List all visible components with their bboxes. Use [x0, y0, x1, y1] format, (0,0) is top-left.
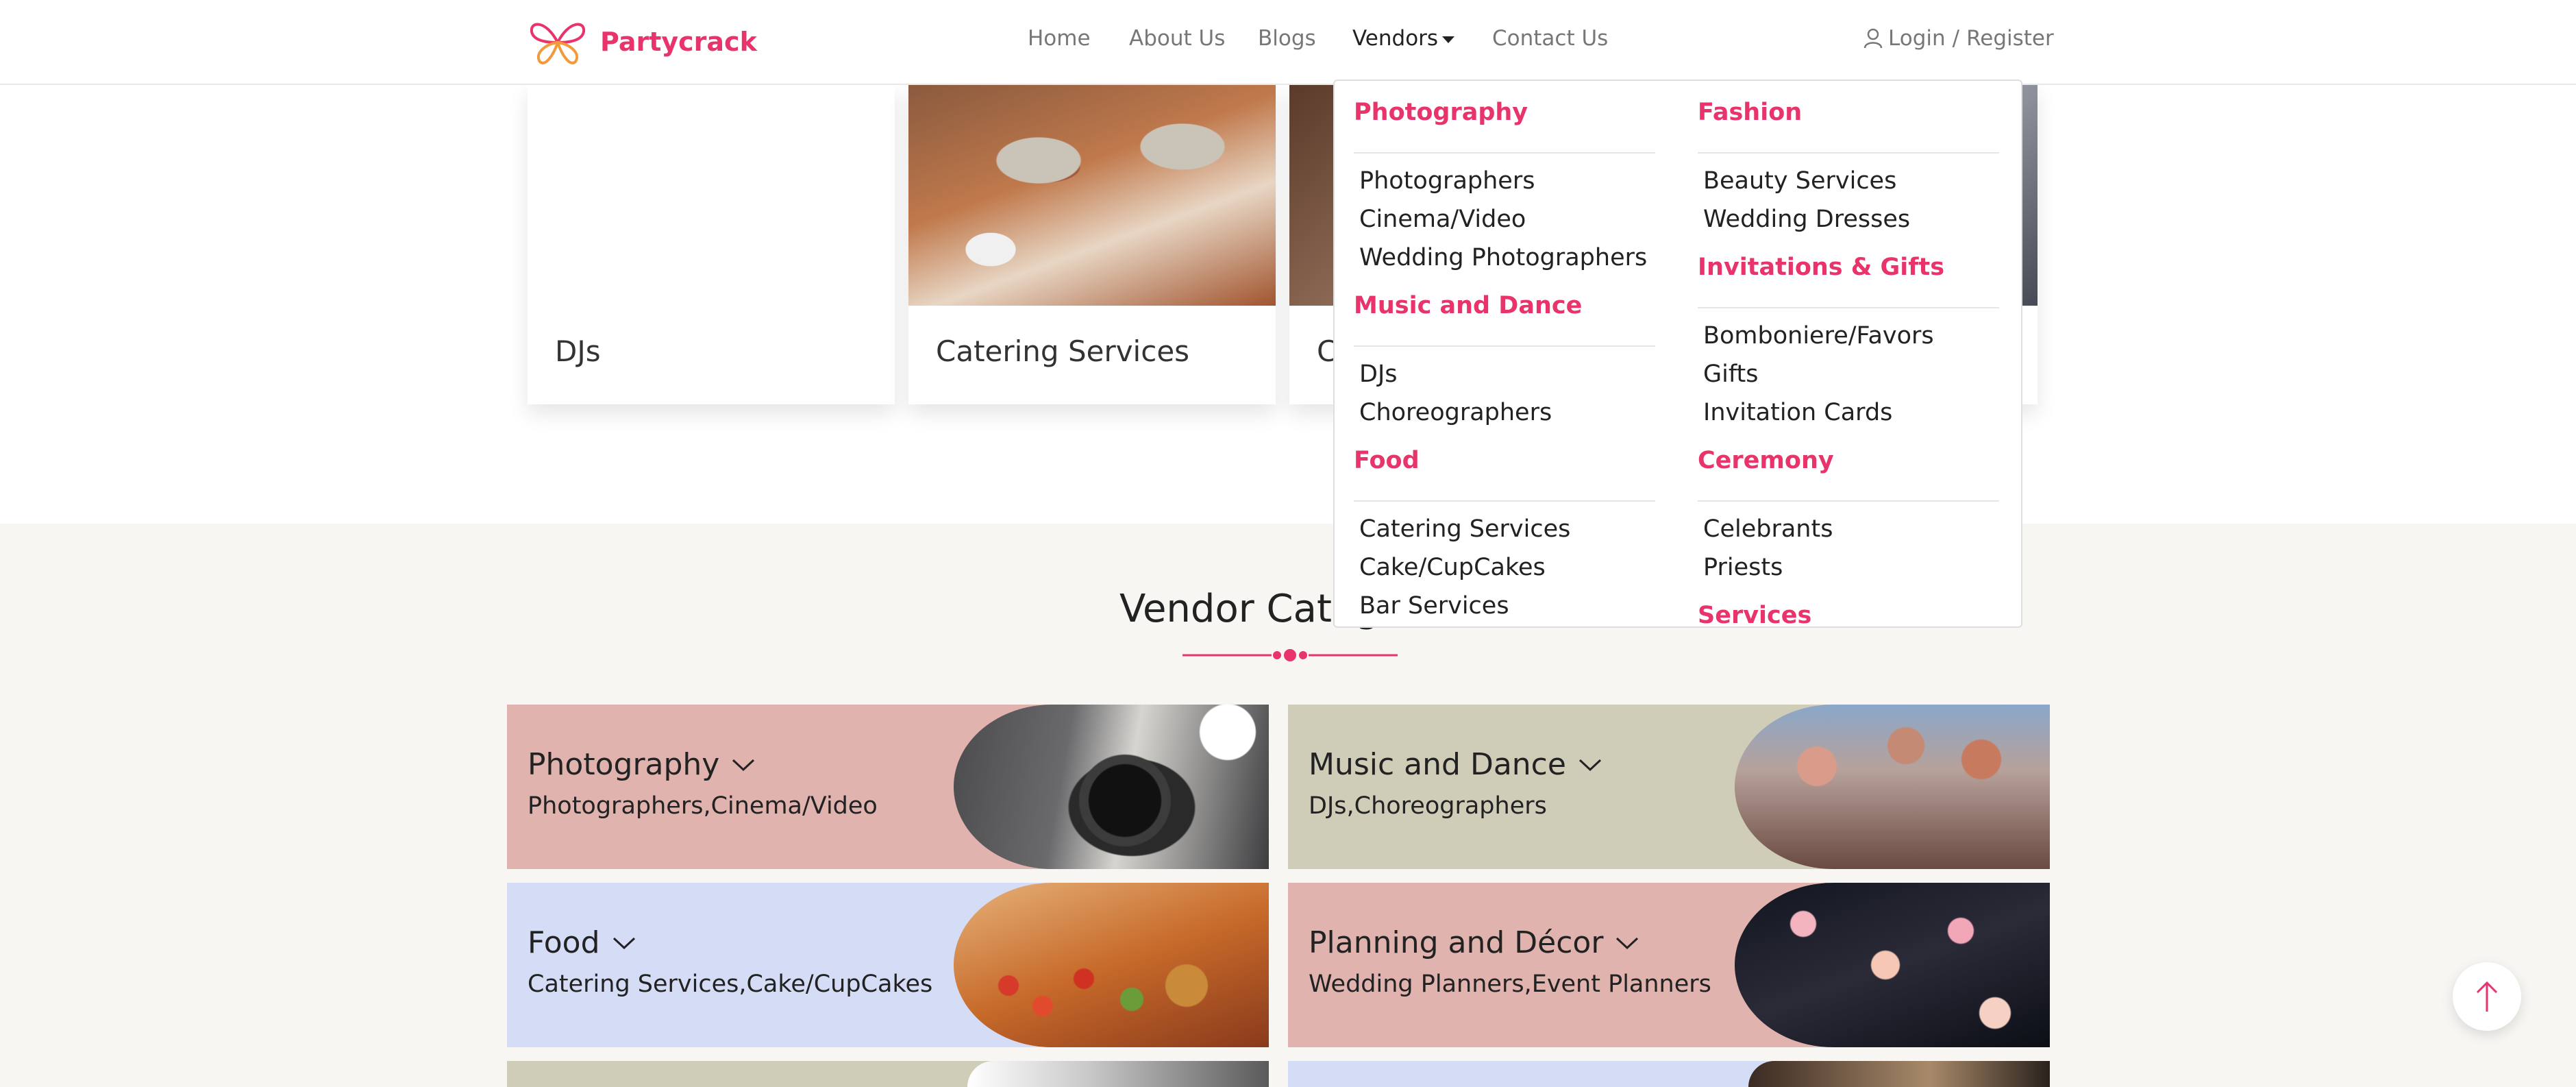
category-photo	[967, 1061, 1269, 1087]
dropdown-item[interactable]: Cinema/Video	[1359, 206, 1526, 233]
category-partial-left[interactable]	[507, 1061, 1269, 1087]
category-planning-decor[interactable]: Planning and Décor Wedding Planners,Even…	[1288, 883, 2050, 1047]
dropdown-divider	[1354, 345, 1655, 347]
nav-vendors[interactable]: Vendors	[1352, 26, 1455, 51]
register-link[interactable]: Register	[1966, 26, 2054, 51]
dropdown-item[interactable]: Beauty Services	[1703, 167, 1896, 195]
category-name: Music and Dance	[1309, 747, 1602, 782]
dropdown-item[interactable]: Choreographers	[1359, 399, 1552, 426]
title-divider	[1182, 649, 1398, 661]
dropdown-item[interactable]: DJs	[1359, 361, 1398, 388]
chevron-down-icon[interactable]	[1615, 936, 1639, 951]
user-icon	[1863, 28, 1883, 49]
category-name: Photography	[528, 747, 755, 782]
dropdown-heading-photography[interactable]: Photography	[1354, 99, 1528, 126]
dropdown-heading-invitations-gifts[interactable]: Invitations & Gifts	[1698, 254, 1944, 281]
dropdown-item[interactable]: Wedding Dresses	[1703, 206, 1910, 233]
category-photo	[1735, 705, 2050, 869]
dropdown-item[interactable]: Photographers	[1359, 167, 1535, 195]
category-title: Photography	[528, 747, 720, 782]
chevron-down-icon[interactable]	[732, 757, 755, 772]
category-title: Food	[528, 925, 600, 960]
dropdown-heading-services[interactable]: Services	[1698, 602, 1811, 626]
logo[interactable]: Partycrack	[526, 18, 757, 66]
category-food[interactable]: Food Catering Services,Cake/CupCakes	[507, 883, 1269, 1047]
dropdown-item[interactable]: Bomboniere/Favors	[1703, 322, 1934, 350]
dropdown-heading-fashion[interactable]: Fashion	[1698, 99, 1802, 126]
auth-separator: /	[1952, 26, 1960, 51]
vendors-dropdown: Photography Photographers Cinema/Video W…	[1333, 80, 2022, 628]
site-header: Partycrack Home About Us Blogs Vendors C…	[0, 0, 2576, 85]
dropdown-item[interactable]: Catering Services	[1359, 515, 1570, 543]
dropdown-item[interactable]: Priests	[1703, 554, 1783, 581]
login-link[interactable]: Login	[1888, 26, 1946, 51]
category-photo	[1748, 1061, 2050, 1087]
top-strip	[0, 85, 2576, 524]
category-music-dance[interactable]: Music and Dance DJs,Choreographers	[1288, 705, 2050, 869]
dropdown-item[interactable]: Invitation Cards	[1703, 399, 1892, 426]
nav-home[interactable]: Home	[1028, 26, 1091, 51]
category-subs: Wedding Planners,Event Planners	[1309, 970, 1711, 998]
category-photo	[954, 705, 1269, 869]
dropdown-divider	[1698, 152, 1999, 154]
category-partial-right[interactable]	[1288, 1061, 2050, 1087]
dropdown-item[interactable]: Bar Services	[1359, 592, 1509, 620]
arrow-up-icon	[2476, 981, 2498, 1012]
dropdown-heading-food[interactable]: Food	[1354, 447, 1420, 474]
chevron-down-icon[interactable]	[1578, 757, 1602, 772]
brand-name: Partycrack	[600, 27, 757, 57]
dropdown-divider	[1354, 500, 1655, 502]
nav-contact[interactable]: Contact Us	[1492, 26, 1608, 51]
dropdown-item[interactable]: Gifts	[1703, 361, 1759, 388]
catering-image	[908, 85, 1276, 306]
vendor-card-label: Catering Services	[936, 334, 1190, 368]
category-title: Planning and Décor	[1309, 925, 1604, 960]
category-name: Food	[528, 925, 636, 960]
butterfly-logo-icon	[530, 23, 586, 64]
category-subs: Catering Services,Cake/CupCakes	[528, 970, 933, 998]
vendor-card-label: DJs	[555, 334, 601, 368]
nav-about[interactable]: About Us	[1129, 26, 1225, 51]
nav-blogs[interactable]: Blogs	[1258, 26, 1316, 51]
category-name: Planning and Décor	[1309, 925, 1639, 960]
category-photo	[1735, 883, 2050, 1047]
chevron-down-icon[interactable]	[612, 936, 636, 951]
vendor-card-djs[interactable]: DJs	[528, 85, 895, 404]
dropdown-item[interactable]: Wedding Photographers	[1359, 244, 1647, 271]
category-title: Music and Dance	[1309, 747, 1566, 782]
dropdown-item[interactable]: Celebrants	[1703, 515, 1833, 543]
dropdown-divider	[1698, 500, 1999, 502]
scroll-top-button[interactable]	[2453, 962, 2521, 1031]
dropdown-heading-music-dance[interactable]: Music and Dance	[1354, 292, 1582, 319]
category-subs: DJs,Choreographers	[1309, 792, 1547, 820]
category-photo	[954, 883, 1269, 1047]
caret-down-icon	[1442, 36, 1455, 43]
dropdown-divider	[1354, 152, 1655, 154]
dropdown-divider	[1698, 307, 1999, 308]
nav-vendors-label: Vendors	[1352, 26, 1439, 51]
auth-links: Login / Register	[1863, 26, 2054, 51]
category-subs: Photographers,Cinema/Video	[528, 792, 878, 820]
vendor-card-catering[interactable]: Catering Services	[908, 85, 1276, 404]
category-photography[interactable]: Photography Photographers,Cinema/Video	[507, 705, 1269, 869]
dropdown-item[interactable]: Cake/CupCakes	[1359, 554, 1546, 581]
dropdown-heading-ceremony[interactable]: Ceremony	[1698, 447, 1834, 474]
